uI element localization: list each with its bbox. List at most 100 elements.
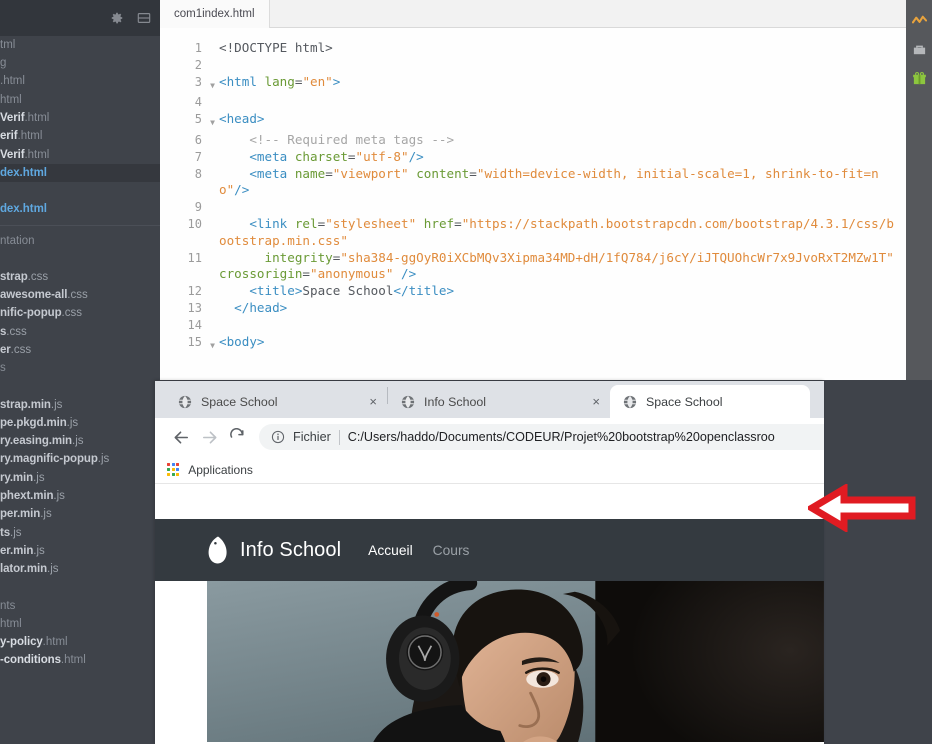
file-tree-item[interactable]: -conditions .html	[0, 652, 160, 670]
site-navbar: Info School Accueil Cours	[155, 519, 824, 581]
file-extension: html	[0, 617, 22, 630]
file-tree-item[interactable]: nts	[0, 597, 160, 615]
computer-mouse-icon	[207, 535, 229, 565]
toolbox-icon[interactable]	[912, 42, 927, 57]
file-tree-item[interactable]: dex .html	[0, 200, 160, 218]
site-nav-link-accueil[interactable]: Accueil	[368, 543, 412, 558]
file-name: ry.min	[0, 471, 34, 484]
file-tree-item[interactable]: er .css	[0, 341, 160, 359]
browser-tab[interactable]: Space School	[610, 385, 810, 418]
browser-tab[interactable]: Space School ×	[165, 385, 387, 418]
file-tree-item[interactable]: ry.easing.min .js	[0, 432, 160, 450]
file-extension: .css	[6, 325, 27, 338]
file-tree-item[interactable]: ts .js	[0, 524, 160, 542]
file-name: erif	[0, 130, 18, 143]
editor-tab-com1index[interactable]: com1index.html	[160, 0, 270, 28]
arrow-right-icon[interactable]	[195, 423, 223, 451]
file-tree-item[interactable]: phext.min .js	[0, 487, 160, 505]
file-tree-item[interactable]: s .css	[0, 323, 160, 341]
editor-toolbar	[0, 0, 160, 36]
file-name: Verif	[0, 148, 25, 161]
file-tree-item[interactable]: awesome-all .css	[0, 286, 160, 304]
file-tree-item[interactable]: er.min .js	[0, 542, 160, 560]
file-name: strap	[0, 270, 28, 283]
globe-favicon-icon	[401, 395, 415, 409]
bookmark-applications-label[interactable]: Applications	[188, 463, 253, 477]
close-icon[interactable]: ×	[574, 395, 600, 408]
hero-image-section	[207, 581, 824, 742]
file-extension: .html	[24, 112, 50, 125]
code-line: 13 </head>	[160, 300, 931, 317]
line-number: 2	[194, 57, 202, 72]
file-tree-item[interactable]: html	[0, 91, 160, 109]
code-line: 8 <meta name="viewport" content="width=d…	[160, 166, 931, 200]
address-bar[interactable]: Fichier C:/Users/haddo/Documents/CODEUR/…	[259, 424, 824, 450]
code-line: 4	[160, 94, 931, 111]
line-number: 1	[194, 41, 202, 55]
browser-tab[interactable]: Info School ×	[388, 385, 610, 418]
gift-icon[interactable]	[912, 71, 927, 86]
file-tree-item[interactable]: html	[0, 615, 160, 633]
file-tree-item[interactable]: lator.min .js	[0, 560, 160, 578]
omnibox-scheme-label: Fichier	[293, 430, 331, 444]
file-extension: tml	[0, 38, 16, 51]
file-tree-item[interactable]: ntation	[0, 232, 160, 250]
file-tree-item[interactable]: nific-popup .css	[0, 305, 160, 323]
student-headphones-photo	[207, 581, 824, 742]
file-tree-item[interactable]: ry.min .js	[0, 469, 160, 487]
fold-arrow-icon[interactable]: ▼	[206, 334, 219, 355]
close-icon[interactable]: ×	[351, 395, 377, 408]
activity-zigzag-icon[interactable]	[911, 13, 927, 28]
file-extension: .html	[17, 130, 43, 143]
file-name: er.min	[0, 544, 34, 557]
browser-tab-title: Space School	[201, 394, 278, 409]
file-tree-item[interactable]: .html	[0, 73, 160, 91]
file-extension: .js	[66, 416, 79, 429]
file-tree-item[interactable]: ry.magnific-popup .js	[0, 451, 160, 469]
line-number: 12	[187, 284, 202, 299]
file-tree-item[interactable]: erif .html	[0, 127, 160, 145]
file-tree-item[interactable]: strap .css	[0, 268, 160, 286]
file-extension: .html	[42, 636, 68, 649]
file-name: awesome-all	[0, 289, 68, 302]
file-tree-item[interactable]: pe.pkgd.min .js	[0, 414, 160, 432]
site-nav-link-cours[interactable]: Cours	[433, 543, 470, 558]
code-editor-panel: com1index.html 1 <!DOCTYPE html> 2 3 ▼ <html…	[160, 0, 932, 380]
file-tree-item[interactable]: g	[0, 54, 160, 72]
file-tree-item[interactable]: y-policy .html	[0, 633, 160, 651]
file-name: ts	[0, 526, 11, 539]
fold-arrow-icon[interactable]: ▼	[206, 111, 219, 132]
file-name: per.min	[0, 508, 41, 521]
file-name: y-policy	[0, 636, 43, 649]
file-name: Verif	[0, 112, 25, 125]
file-tree-item[interactable]: strap.min .js	[0, 396, 160, 414]
file-tree-item[interactable]: Verif .html	[0, 146, 160, 164]
file-tree-item[interactable]: tml	[0, 36, 160, 54]
panel-layout-icon[interactable]	[137, 11, 151, 25]
gear-icon[interactable]	[110, 11, 124, 25]
fold-arrow-icon[interactable]: ▼	[206, 74, 219, 95]
file-extension: .js	[72, 435, 84, 448]
apps-grid-icon[interactable]	[167, 463, 180, 476]
code-content[interactable]: 1 <!DOCTYPE html> 2 3 ▼ <html lang="en"> 4 5 ▼…	[160, 28, 931, 380]
site-brand[interactable]: Info School	[207, 535, 341, 565]
line-number: 9	[194, 200, 202, 215]
file-tree-item[interactable]: dex .html	[0, 164, 160, 183]
file-name: pe.pkgd.min	[0, 416, 67, 429]
file-extension: g	[0, 57, 7, 70]
file-tree-item[interactable]: Verif .html	[0, 109, 160, 127]
code-line: 15 ▼ <body>	[160, 334, 931, 355]
file-tree-item[interactable]: per.min .js	[0, 506, 160, 524]
file-tree-sidebar[interactable]: tml g .html html Verif .html erif .html Verif .ht…	[0, 36, 160, 744]
screenshot-root: tml g .html html Verif .html erif .html Verif .ht…	[0, 0, 932, 744]
file-extension: s	[0, 362, 6, 375]
reload-icon[interactable]	[223, 423, 251, 451]
arrow-left-icon[interactable]	[167, 423, 195, 451]
code-text: <link rel="stylesheet" href="https://sta…	[219, 215, 894, 248]
omnibox-divider	[338, 429, 340, 445]
info-circle-icon[interactable]	[271, 430, 285, 444]
line-number: 4	[194, 95, 202, 110]
file-tree-item[interactable]: s	[0, 359, 160, 377]
